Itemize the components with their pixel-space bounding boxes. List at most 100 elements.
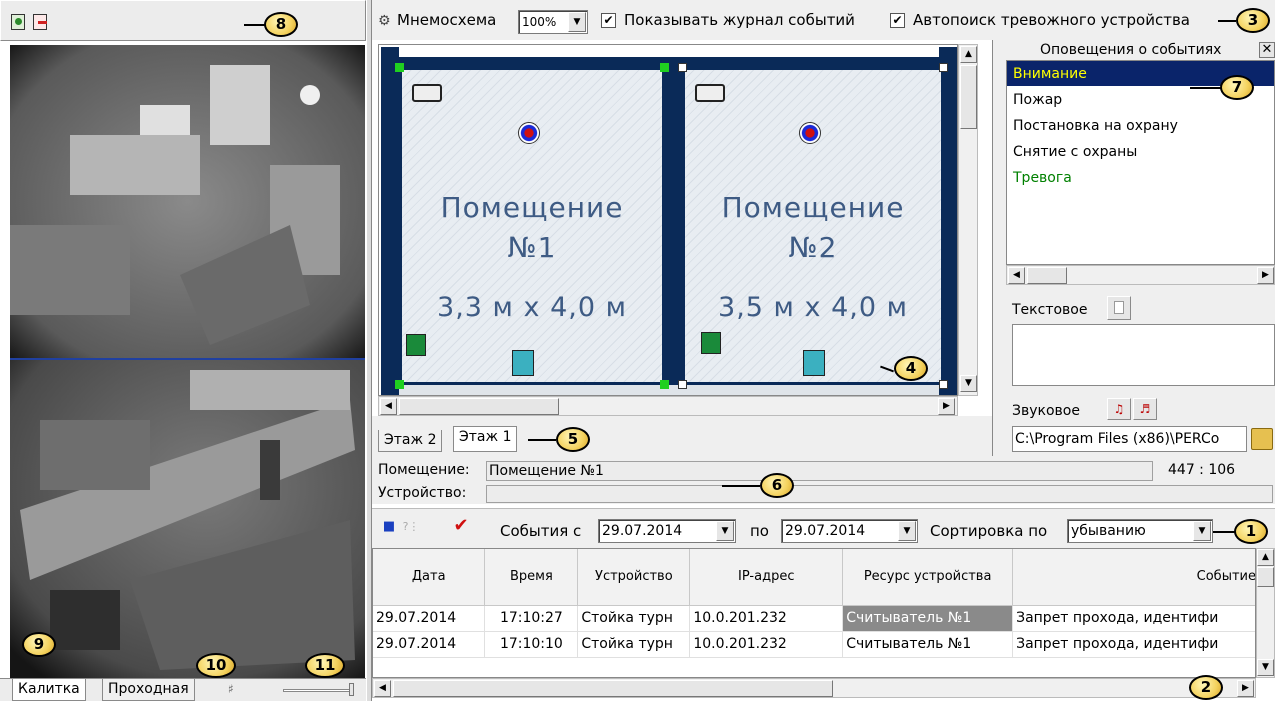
tab-floor-2[interactable]: Этаж 2 [378,430,443,452]
scroll-down-button[interactable]: ▼ [960,375,977,392]
date-to-value: 29.07.2014 [785,523,866,539]
notifications-title: Оповещения о событиях [1040,42,1222,58]
column-header-device[interactable]: Устройство [577,549,691,606]
tab-floor-1[interactable]: Этаж 1 [453,426,518,452]
room-1-title: Помещение №1 [440,191,624,264]
callout-leader [528,439,556,441]
list-item[interactable]: Снятие с охраны [1007,139,1274,165]
scroll-left-button[interactable]: ◀ [1008,267,1025,284]
check-icon: ✔ [890,12,905,28]
events-vscroll[interactable]: ▲ ▼ [1256,548,1275,678]
resize-handle[interactable] [395,63,404,72]
column-header-resource[interactable]: Ресурс устройства [842,549,1014,606]
volume-icon[interactable]: ♯ [228,683,242,695]
zoom-select[interactable]: 100% ▼ [518,10,588,34]
sort-order-value: убыванию [1071,523,1146,539]
resize-handle[interactable] [660,63,669,72]
room-status-label: Помещение: [378,462,470,478]
device-status-label: Устройство: [378,485,467,501]
tab-kalitka[interactable]: Калитка [12,679,86,701]
folder-open-icon[interactable] [1251,428,1273,450]
sound-file-button[interactable]: ♫ [1107,398,1131,420]
device-icon[interactable]: ■ [380,518,398,536]
table-cell: 10.0.201.232 [689,631,844,658]
video-frame-2[interactable] [10,360,365,678]
tab-prokhodnaya[interactable]: Проходная [102,679,195,701]
notifications-close-icon[interactable]: ✕ [1259,42,1275,58]
floorplan-vscroll[interactable]: ▲ ▼ [958,44,978,396]
date-to-picker[interactable]: 29.07.2014 ▼ [781,519,918,543]
callout-6: 6 [760,473,794,498]
table-cell: Считыватель №1 [842,605,1014,632]
scroll-thumb[interactable] [1257,567,1274,587]
list-item[interactable]: Тревога [1007,165,1274,191]
resize-handle[interactable] [678,63,687,72]
text-notify-label: Текстовое [1012,302,1088,318]
list-item[interactable]: Постановка на охрану [1007,113,1274,139]
floorplan-hscroll[interactable]: ◀ ▶ [378,396,958,416]
table-row[interactable]: 29.07.2014 17:10:27 Стойка турн 10.0.201… [373,605,1255,632]
autosearch-checkbox[interactable]: ✔ [890,12,905,28]
volume-slider-handle[interactable] [349,683,354,696]
date-from-picker[interactable]: 29.07.2014 ▼ [598,519,736,543]
events-table: Дата Время Устройство IP-адрес Ресурс ус… [373,549,1255,658]
volume-slider[interactable] [283,689,353,692]
callout-2: 2 [1189,675,1223,700]
sound-play-button[interactable]: ♬ [1133,398,1157,420]
table-cell: Запрет прохода, идентифи [1012,605,1255,632]
floorplan-bottom-window [399,385,939,395]
events-table-container: Дата Время Устройство IP-адрес Ресурс ус… [372,548,1256,678]
resize-handle[interactable] [939,63,948,72]
scroll-up-button[interactable]: ▲ [960,46,977,63]
check-icon: ✔ [601,12,616,28]
controller-icon [701,332,721,354]
sort-order-select[interactable]: убыванию ▼ [1067,519,1213,543]
resize-handle[interactable] [678,380,687,389]
scroll-left-button[interactable]: ◀ [374,680,391,697]
scroll-right-button[interactable]: ▶ [938,398,955,415]
scroll-left-button[interactable]: ◀ [380,398,397,415]
floorplan-top-window [399,47,939,57]
column-header-date[interactable]: Дата [373,549,486,606]
events-hscroll[interactable]: ◀ ▶ [372,678,1256,698]
scroll-thumb[interactable] [1027,267,1067,284]
table-cell: 10.0.201.232 [689,605,844,632]
check-icon[interactable]: ✔ [452,517,470,535]
room-status-value: Помещение №1 [489,463,604,479]
scroll-thumb[interactable] [399,398,559,415]
scroll-up-button[interactable]: ▲ [1257,549,1274,566]
scroll-thumb[interactable] [960,65,977,129]
scroll-right-button[interactable]: ▶ [1257,267,1274,284]
autosearch-label: Автопоиск тревожного устройства [913,11,1190,29]
resize-handle[interactable] [660,380,669,389]
room-2-title: Помещение №2 [721,191,905,264]
callout-5: 5 [556,427,590,452]
notifications-hscroll[interactable]: ◀ ▶ [1006,265,1275,285]
room-2[interactable]: Помещение №2 3,5 м х 4,0 м [682,67,944,385]
text-notify-button[interactable] [1107,296,1131,320]
sound-path-field[interactable]: C:\Program Files (x86)\PERCo [1012,426,1247,452]
resize-handle[interactable] [939,380,948,389]
text-notify-box[interactable] [1012,324,1275,386]
remove-video-icon[interactable] [33,14,47,30]
column-header-time[interactable]: Время [484,549,579,606]
scroll-down-button[interactable]: ▼ [1257,659,1274,676]
alarm-sensor-icon [799,122,821,144]
scroll-right-button[interactable]: ▶ [1237,680,1254,697]
date-from-value: 29.07.2014 [602,523,683,539]
floorplan-canvas[interactable]: Помещение №1 3,3 м х 4,0 м Помещение №2 … [378,44,958,396]
room-1[interactable]: Помещение №1 3,3 м х 4,0 м [399,67,665,385]
video-frame-1[interactable] [10,45,365,358]
coordinates-readout: 447 : 106 [1168,462,1236,478]
callout-8: 8 [264,12,298,37]
table-row[interactable]: 29.07.2014 17:10:10 Стойка турн 10.0.201… [373,631,1255,658]
resize-handle[interactable] [395,380,404,389]
column-header-event[interactable]: Событие [1012,549,1255,606]
add-video-icon[interactable] [11,14,25,30]
help-icon[interactable]: ?⋮ [402,518,420,536]
column-header-ip[interactable]: IP-адрес [689,549,844,606]
scroll-thumb[interactable] [393,680,833,697]
show-log-checkbox[interactable]: ✔ [601,12,616,28]
document-icon [1114,301,1124,314]
callout-9: 9 [22,632,56,657]
